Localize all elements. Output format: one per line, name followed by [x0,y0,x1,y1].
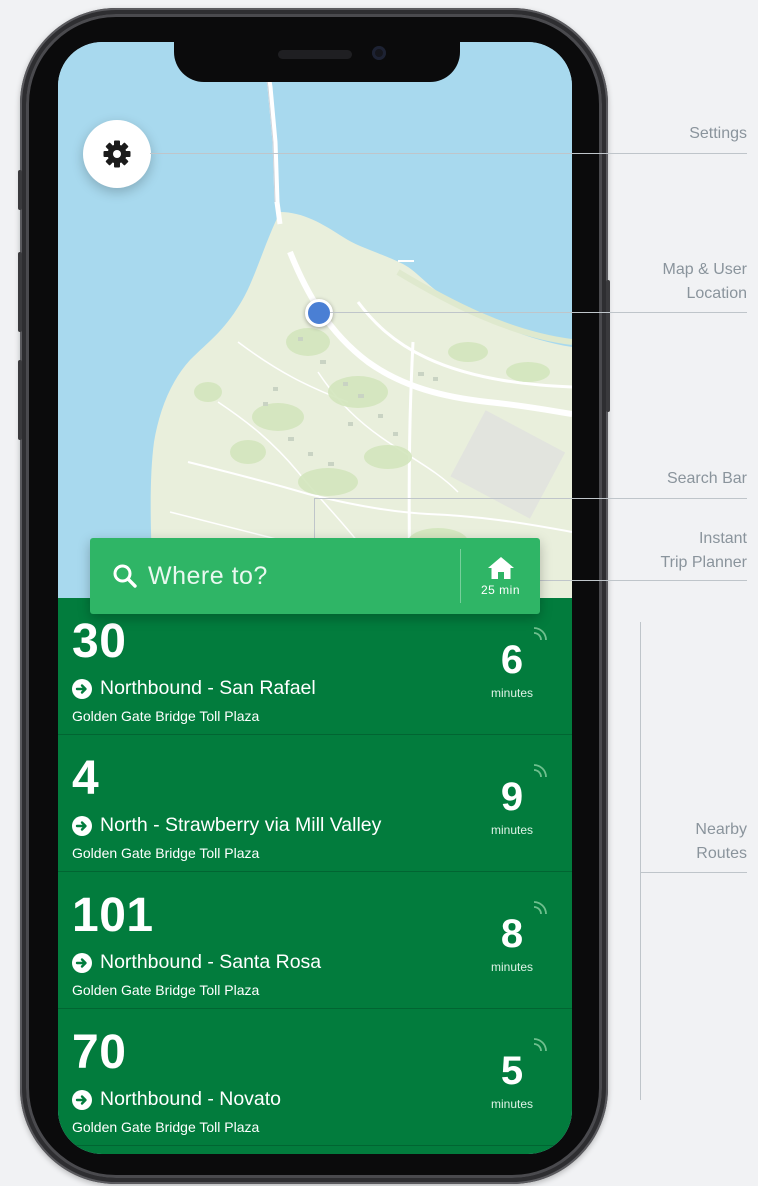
search-icon [113,564,137,588]
arrow-right-circle-icon [72,1089,92,1110]
front-camera [372,46,386,60]
route-direction-label: Northbound - Santa Rosa [100,951,322,973]
annotation-nearby-routes-2: Routes [696,845,747,862]
route-number: 4 [72,752,100,805]
annotation-search-line [314,498,747,499]
route-direction: Northbound - San Rafael [72,677,316,700]
route-direction: Northbound - Novato [72,1088,281,1111]
annotation-instant-trip-1: Instant [698,530,747,547]
home-trip-time: 25 min [480,582,521,597]
eta-value: 5 [500,1049,524,1093]
eta-value: 8 [500,912,524,956]
eta-unit: minutes [490,686,534,700]
search-input[interactable]: Where to? [90,538,460,614]
route-number: 101 [72,889,154,942]
route-stop: Golden Gate Bridge Toll Plaza [72,1119,260,1135]
annotation-instant-trip-2: Trip Planner [660,554,747,571]
eta-value: 9 [500,775,524,819]
eta-value: 6 [500,638,524,682]
volume-down-button [18,360,22,440]
annotation-instant-trip-line [520,580,747,581]
annotation-map-line [330,312,747,313]
annotation-nearby-routes-line [640,872,747,873]
route-direction-label: Northbound - Novato [100,1088,282,1110]
route-row[interactable]: 101 Northbound - Santa Rosa Golden Gate … [58,872,572,1009]
annotation-search-bar: Search Bar [666,470,747,487]
route-eta: 9 minutes [482,777,542,837]
search-placeholder: Where to? [148,561,268,590]
route-row[interactable]: 4 North - Strawberry via Mill Valley Gol… [58,735,572,872]
route-stop: Golden Gate Bridge Toll Plaza [72,845,260,861]
eta-unit: minutes [490,960,534,974]
user-location-dot [305,299,333,327]
arrow-right-circle-icon [72,678,92,699]
route-direction: Northbound - Santa Rosa [72,951,321,974]
settings-button[interactable] [83,120,151,188]
route-number: 30 [72,615,127,668]
annotation-settings-line [150,153,747,154]
arrow-right-circle-icon [72,952,92,973]
power-button [606,280,610,412]
route-direction-label: North - Strawberry via Mill Valley [100,814,382,836]
route-number: 70 [72,1026,127,1079]
route-eta: 6 minutes [482,640,542,700]
annotation-map-user-location-1: Map & User [662,261,747,278]
route-stop: Golden Gate Bridge Toll Plaza [72,982,260,998]
gear-icon [103,140,131,168]
instant-trip-home-button[interactable]: 25 min [461,538,540,614]
route-row[interactable]: 30 Northbound - San Rafael Golden Gate B… [58,598,572,735]
route-stop: Golden Gate Bridge Toll Plaza [72,708,260,724]
route-eta: 8 minutes [482,914,542,974]
home-icon [487,556,514,579]
route-direction-label: Northbound - San Rafael [100,677,316,699]
eta-unit: minutes [490,1097,534,1111]
app-screen: 30 Northbound - San Rafael Golden Gate B… [58,42,572,1154]
annotation-nearby-routes-1: Nearby [695,821,747,838]
search-bar: Where to? 25 min [90,538,540,614]
annotation-settings: Settings [689,125,747,142]
route-direction: North - Strawberry via Mill Valley [72,814,381,837]
route-eta: 5 minutes [482,1051,542,1111]
mute-switch [18,170,22,210]
phone-notch [174,40,460,82]
route-row[interactable]: 70 Northbound - Novato Golden Gate Bridg… [58,1009,572,1146]
speaker-grille [278,50,352,59]
arrow-right-circle-icon [72,815,92,836]
nearby-routes-list: 30 Northbound - San Rafael Golden Gate B… [58,598,572,1154]
eta-unit: minutes [490,823,534,837]
annotation-routes-bracket [640,622,641,1100]
volume-up-button [18,252,22,332]
annotation-map-user-location-2: Location [686,285,748,302]
